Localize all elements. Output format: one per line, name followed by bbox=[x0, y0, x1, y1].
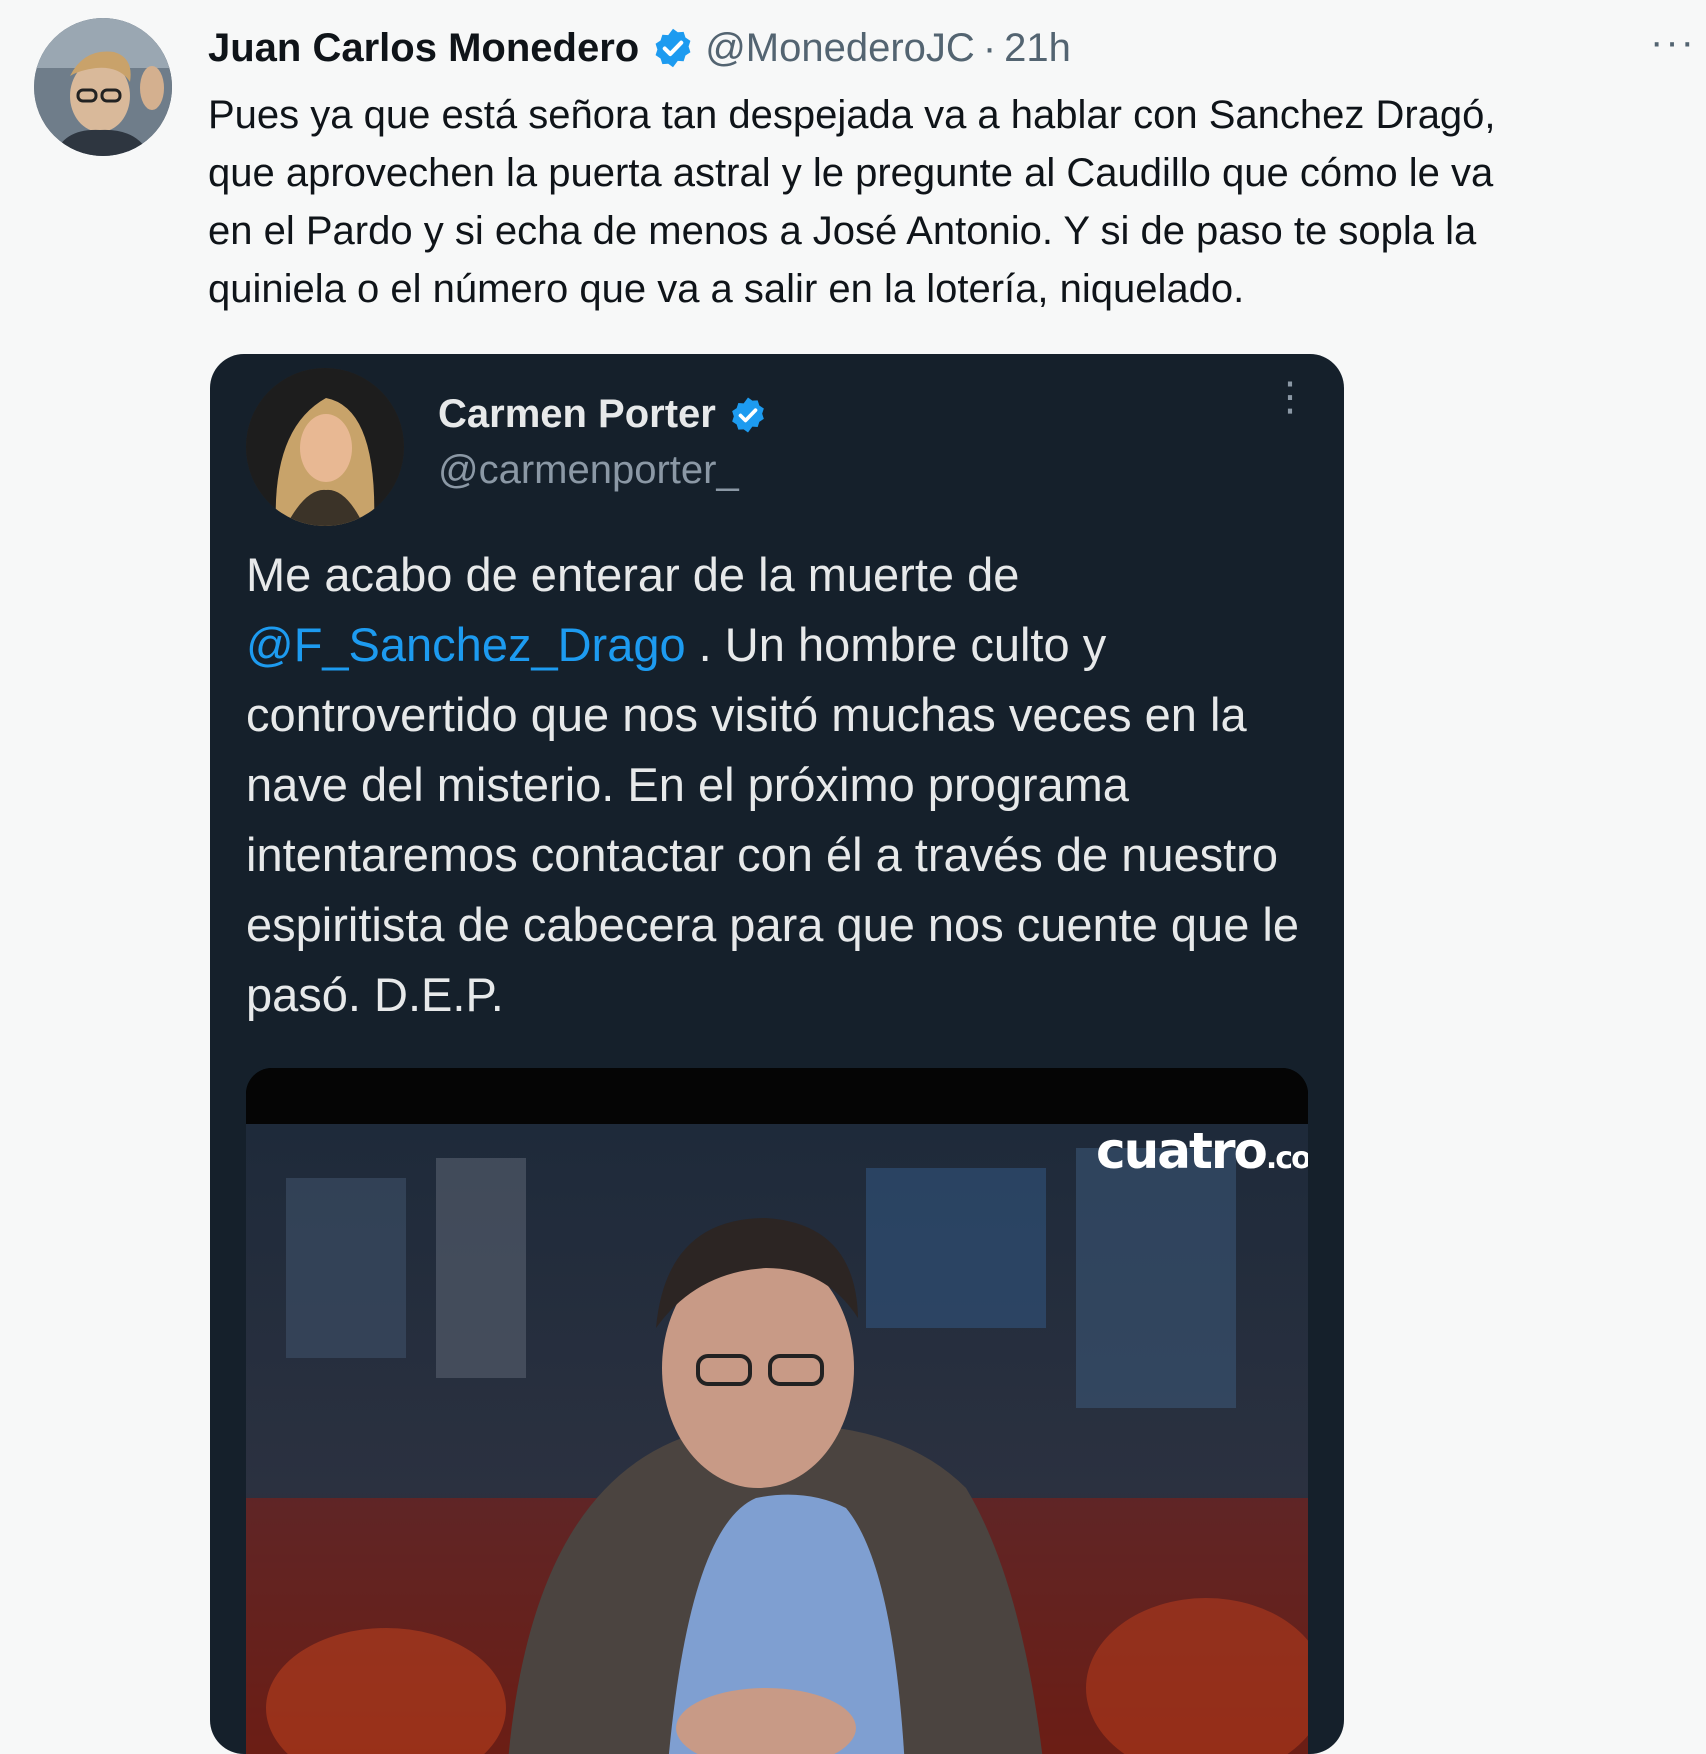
quoted-tweet[interactable]: Carmen Porter @carmenporter_ ⋮ Me acabo … bbox=[210, 354, 1344, 1754]
mention-link[interactable]: @F_Sanchez_Drago bbox=[246, 618, 686, 671]
quoted-tweet-text: Me acabo de enterar de la muerte de @F_S… bbox=[246, 540, 1306, 1030]
media-watermark: cuatro.co bbox=[1096, 1122, 1308, 1180]
quoted-avatar-image bbox=[246, 368, 404, 526]
quoted-author-name-row: Carmen Porter bbox=[438, 392, 778, 437]
author-avatar-image bbox=[34, 18, 172, 156]
tweet-header: Juan Carlos Monedero @MonederoJC · 21h bbox=[208, 18, 1071, 78]
more-options-icon[interactable]: ··· bbox=[1650, 20, 1696, 65]
tweet: Juan Carlos Monedero @MonederoJC · 21h ·… bbox=[0, 0, 1706, 1754]
quoted-more-options-icon[interactable]: ⋮ bbox=[1270, 377, 1310, 417]
quoted-author-handle[interactable]: @carmenporter_ bbox=[438, 448, 739, 493]
tweet-time[interactable]: 21h bbox=[1004, 26, 1071, 71]
author-handle[interactable]: @MonederoJC bbox=[705, 26, 975, 71]
quoted-media[interactable]: cuatro.co bbox=[246, 1068, 1308, 1754]
tweet-text: Pues ya que está señora tan despejada va… bbox=[208, 93, 1496, 311]
author-name[interactable]: Juan Carlos Monedero bbox=[208, 26, 639, 71]
quoted-text-before: Me acabo de enterar de la muerte de bbox=[246, 548, 1020, 601]
quoted-author-name[interactable]: Carmen Porter bbox=[438, 392, 716, 437]
watermark-text: cuatro bbox=[1096, 1122, 1268, 1180]
verified-badge-icon bbox=[651, 26, 695, 70]
separator-dot: · bbox=[982, 25, 997, 70]
watermark-suffix: .co bbox=[1265, 1141, 1308, 1176]
quoted-author-avatar[interactable] bbox=[246, 368, 404, 526]
quoted-text-after: . Un hombre culto y controvertido que no… bbox=[246, 618, 1299, 1021]
verified-badge-icon bbox=[728, 395, 768, 435]
author-avatar[interactable] bbox=[34, 18, 172, 156]
